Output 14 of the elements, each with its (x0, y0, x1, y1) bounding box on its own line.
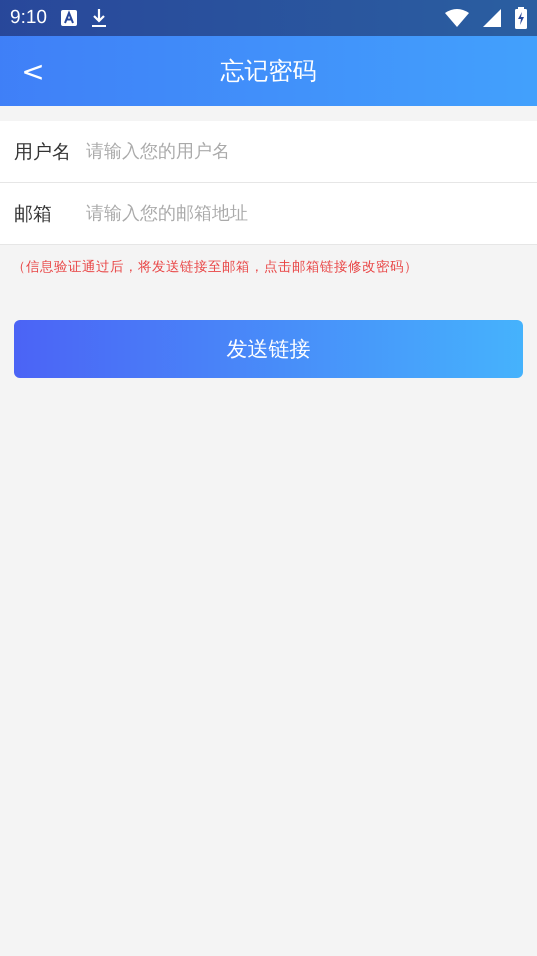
translate-icon (60, 10, 77, 26)
input-field[interactable]: 请输入您的邮箱地址 (84, 202, 523, 225)
field-label: 用户名 (14, 140, 72, 164)
input-field[interactable]: 请输入您的用户名 (84, 140, 523, 163)
wifi-icon (445, 9, 469, 27)
download-icon (90, 8, 107, 28)
signal-icon (483, 9, 501, 27)
back-button[interactable]: < (18, 54, 48, 88)
page-title: 忘记密码 (220, 56, 316, 87)
hint-text: （信息验证通过后，将发送链接至邮箱，点击邮箱链接修改密码） (11, 258, 419, 276)
send-link-button[interactable]: 发送链接 (14, 320, 523, 378)
battery-icon (515, 7, 527, 29)
field-label: 邮箱 (14, 202, 53, 226)
status-time: 9:10 (10, 7, 47, 29)
